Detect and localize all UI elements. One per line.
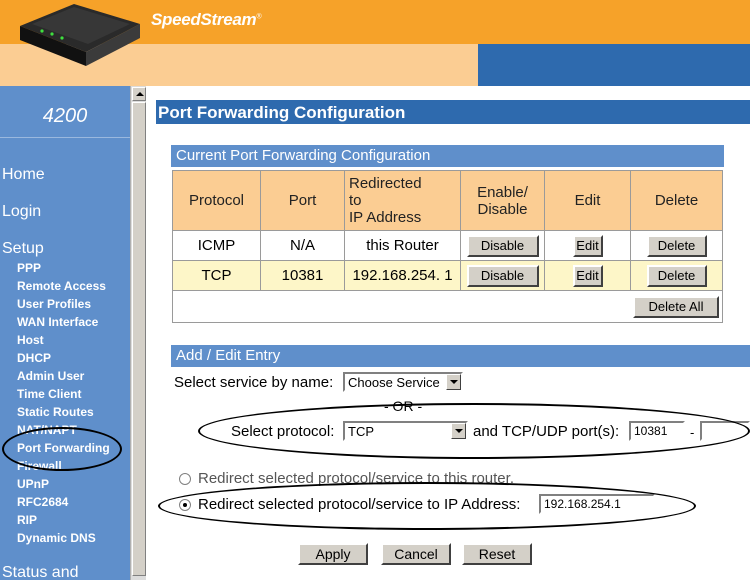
radio-redirect-ip[interactable]: [179, 499, 191, 511]
sidebar-item-rip[interactable]: RIP: [17, 513, 37, 527]
header-blue-band: [478, 44, 750, 86]
cell-toggle: Disable: [460, 260, 545, 291]
col-header-edit: Edit: [544, 170, 631, 231]
model-number: 4200: [42, 105, 88, 127]
sidebar-item-dhcp[interactable]: DHCP: [17, 351, 51, 365]
port-range-dash: -: [690, 425, 695, 440]
port-start-input[interactable]: 10381: [629, 421, 685, 441]
page-title: Port Forwarding Configuration: [158, 103, 406, 122]
sidebar-item-rfc2684[interactable]: RFC2684: [17, 495, 68, 509]
cell-delete: Delete: [630, 260, 723, 291]
cell-edit: Edit: [544, 230, 631, 261]
delete-button[interactable]: Delete: [646, 264, 707, 287]
disable-button[interactable]: Disable: [466, 234, 539, 257]
or-label: - OR -: [384, 398, 423, 414]
sidebar-item-upnp[interactable]: UPnP: [17, 477, 49, 491]
sidebar-item-admin-user[interactable]: Admin User: [17, 369, 84, 383]
edit-button[interactable]: Edit: [572, 264, 603, 287]
header-banner: SpeedStream®: [0, 0, 750, 86]
chevron-down-icon[interactable]: [446, 374, 461, 390]
sidebar-item-nat-napt[interactable]: NAT/NAPT: [17, 423, 77, 437]
radio-redirect-router[interactable]: [179, 473, 191, 485]
cell-edit: Edit: [544, 260, 631, 291]
radio-redirect-ip-label: Redirect selected protocol/service to IP…: [198, 496, 521, 513]
radio-redirect-router-label: Redirect selected protocol/service to th…: [198, 470, 514, 487]
ip-address-input[interactable]: 192.168.254.1: [539, 494, 655, 514]
cell-port: N/A: [260, 230, 345, 261]
sidebar-item-ppp[interactable]: PPP: [17, 261, 41, 275]
col-header-port: Port: [260, 170, 345, 231]
add-edit-title: Add / Edit Entry: [176, 347, 281, 364]
sidebar-item-remote-access[interactable]: Remote Access: [17, 279, 106, 293]
sidebar-item-port-forwarding[interactable]: Port Forwarding: [17, 441, 110, 455]
edit-button[interactable]: Edit: [572, 234, 603, 257]
cell-port: 10381: [260, 260, 345, 291]
cell-redirect: 192.168.254. 1: [344, 260, 461, 291]
scroll-thumb[interactable]: [132, 102, 146, 576]
sidebar-item-home[interactable]: Home: [2, 166, 45, 184]
service-label: Select service by name:: [174, 374, 334, 391]
brand-logo: SpeedStream®: [151, 10, 262, 29]
sidebar-item-dynamic-dns[interactable]: Dynamic DNS: [17, 531, 96, 545]
sidebar-scrollbar[interactable]: [130, 86, 146, 580]
delete-all-button[interactable]: Delete All: [633, 295, 719, 318]
cell-redirect: this Router: [344, 230, 461, 261]
sidebar-item-wan-interface[interactable]: WAN Interface: [17, 315, 98, 329]
service-select-value: Choose Service: [348, 375, 440, 390]
cell-delete: Delete: [630, 230, 723, 261]
cell-toggle: Disable: [460, 230, 545, 261]
sidebar-nav: 4200 Home Login Setup PPP Remote Access …: [0, 86, 130, 580]
reset-button[interactable]: Reset: [462, 543, 532, 565]
protocol-select-value: TCP: [348, 424, 374, 439]
current-config-title: Current Port Forwarding Configuration: [176, 147, 431, 164]
table-row: TCP 10381 192.168.254. 1 Disable Edit De…: [172, 260, 723, 291]
cell-delete-all: Delete All: [172, 290, 723, 323]
current-config-header: Current Port Forwarding Configuration: [171, 145, 724, 167]
ports-label: and TCP/UDP port(s):: [473, 423, 620, 440]
sidebar-item-host[interactable]: Host: [17, 333, 44, 347]
apply-button[interactable]: Apply: [298, 543, 368, 565]
sidebar-item-status[interactable]: Status and: [2, 564, 79, 580]
model-box: 4200: [0, 86, 130, 138]
service-select[interactable]: Choose Service: [343, 372, 463, 392]
protocol-label: Select protocol:: [231, 423, 335, 440]
disable-button[interactable]: Disable: [466, 264, 539, 287]
table-header-row: Protocol Port Redirected to IP Address E…: [172, 170, 723, 231]
scroll-up-arrow-icon[interactable]: [132, 87, 146, 101]
cell-protocol: TCP: [172, 260, 261, 291]
sidebar-item-static-routes[interactable]: Static Routes: [17, 405, 94, 419]
sidebar-item-login[interactable]: Login: [2, 203, 41, 221]
add-edit-header: Add / Edit Entry: [171, 345, 750, 367]
table-row: ICMP N/A this Router Disable Edit Delete: [172, 230, 723, 261]
col-header-enable: Enable/ Disable: [460, 170, 545, 231]
col-header-protocol: Protocol: [172, 170, 261, 231]
sidebar-item-firewall[interactable]: Firewall: [17, 459, 62, 473]
col-header-redirect: Redirected to IP Address: [344, 170, 461, 231]
sidebar-item-user-profiles[interactable]: User Profiles: [17, 297, 91, 311]
port-end-input[interactable]: [700, 421, 750, 441]
delete-button[interactable]: Delete: [646, 234, 707, 257]
sidebar-item-time-client[interactable]: Time Client: [17, 387, 81, 401]
col-header-delete: Delete: [630, 170, 723, 231]
cancel-button[interactable]: Cancel: [381, 543, 451, 565]
table-footer-row: Delete All: [172, 290, 723, 323]
router-device-image: [20, 4, 140, 66]
sidebar-item-setup[interactable]: Setup: [2, 240, 44, 258]
port-forwarding-table: Protocol Port Redirected to IP Address E…: [172, 170, 723, 323]
page-title-bar: Port Forwarding Configuration: [156, 100, 750, 124]
chevron-down-icon[interactable]: [451, 423, 466, 439]
cell-protocol: ICMP: [172, 230, 261, 261]
protocol-select[interactable]: TCP: [343, 421, 468, 441]
